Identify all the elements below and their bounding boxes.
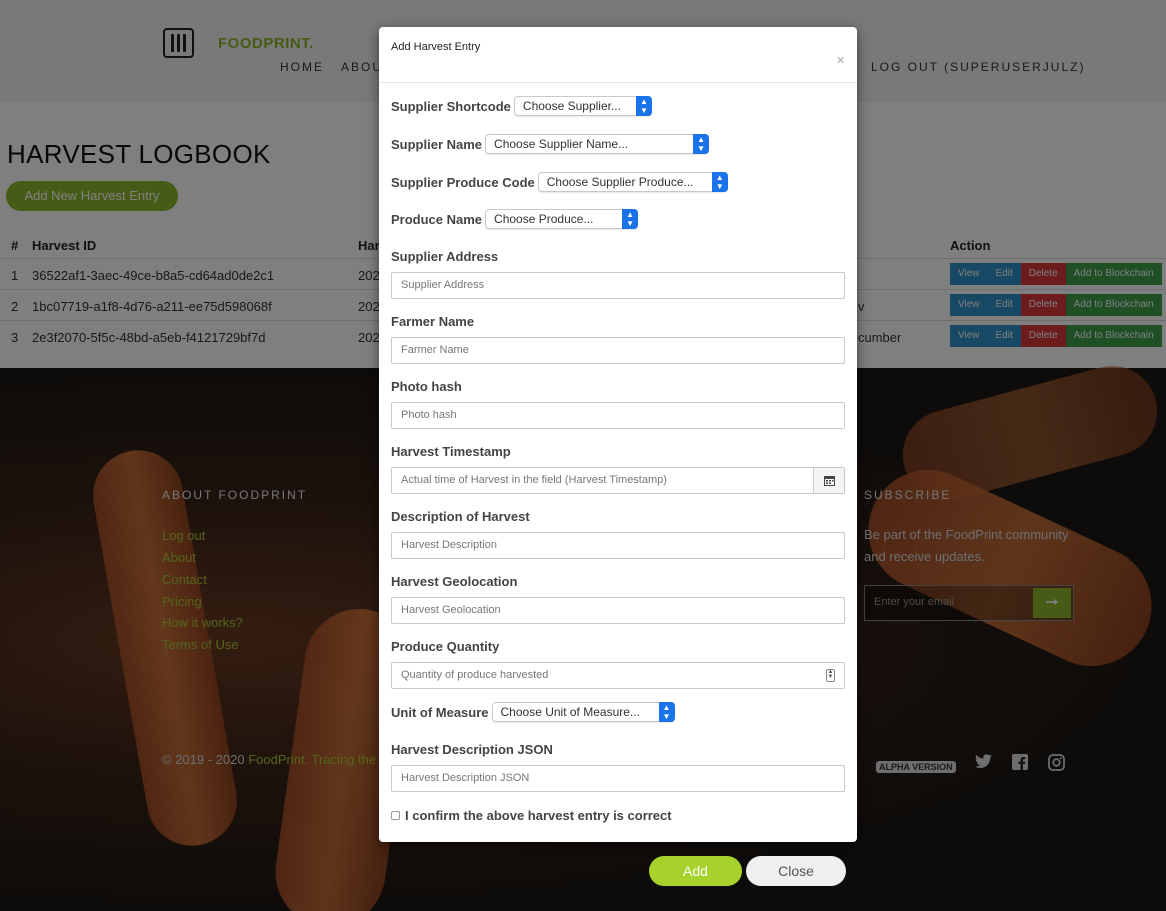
produce-quantity-placeholder: Quantity of produce harvested [401,669,549,681]
harvest-timestamp-field[interactable]: Actual time of Harvest in the field (Har… [391,467,845,494]
confirm-row: I confirm the above harvest entry is cor… [391,808,672,823]
photo-hash-label: Photo hash [391,379,462,394]
supplier-produce-code-value: Choose Supplier Produce... [546,175,694,189]
produce-name-row: Produce Name Choose Produce... ▲ ▼ [391,209,639,229]
supplier-produce-code-label: Supplier Produce Code [391,174,535,190]
modal-header: Add Harvest Entry × [379,27,857,83]
number-spinner-icon[interactable]: ▲ ▼ [826,669,835,682]
produce-quantity-field[interactable]: Quantity of produce harvested ▲ ▼ [391,662,845,689]
produce-name-label: Produce Name [391,211,483,227]
supplier-name-value: Choose Supplier Name... [494,137,629,151]
supplier-name-row: Supplier Name Choose Supplier Name... ▲ ▼ [391,134,710,154]
supplier-shortcode-row: Supplier Shortcode Choose Supplier... ▲ ▼ [391,96,652,116]
supplier-shortcode-value: Choose Supplier... [522,99,621,113]
confirm-checkbox[interactable] [391,811,400,820]
supplier-address-label: Supplier Address [391,249,499,264]
chevron-updown-icon: ▲ ▼ [622,209,639,229]
supplier-address-field[interactable]: Supplier Address [391,272,845,299]
harvest-geolocation-field[interactable]: Harvest Geolocation [391,597,845,624]
unit-of-measure-row: Unit of Measure Choose Unit of Measure..… [391,702,675,722]
supplier-name-label: Supplier Name [391,136,483,152]
harvest-timestamp-placeholder: Actual time of Harvest in the field (Har… [401,474,667,486]
chevron-updown-icon: ▲ ▼ [693,134,710,154]
unit-of-measure-select[interactable]: Choose Unit of Measure... ▲ ▼ [491,702,675,722]
unit-of-measure-label: Unit of Measure [391,704,489,720]
produce-name-value: Choose Produce... [494,212,594,226]
close-button[interactable]: Close [746,856,846,886]
add-button[interactable]: Add [649,856,742,886]
harvest-timestamp-label: Harvest Timestamp [391,444,511,459]
supplier-produce-code-row: Supplier Produce Code Choose Supplier Pr… [391,172,728,192]
harvest-json-field[interactable]: Harvest Description JSON [391,765,845,792]
modal-title: Add Harvest Entry [391,41,481,53]
supplier-shortcode-select[interactable]: Choose Supplier... ▲ ▼ [513,96,652,116]
photo-hash-field[interactable]: Photo hash [391,402,845,429]
add-harvest-modal: Add Harvest Entry × Supplier Shortcode C… [379,27,857,842]
calendar-icon[interactable] [813,468,844,493]
geolocation-label: Harvest Geolocation [391,574,518,589]
description-label: Description of Harvest [391,509,530,524]
supplier-shortcode-label: Supplier Shortcode [391,98,511,114]
farmer-name-label: Farmer Name [391,314,475,329]
harvest-description-field[interactable]: Harvest Description [391,532,845,559]
harvest-json-label: Harvest Description JSON [391,742,553,757]
chevron-updown-icon: ▲ ▼ [711,172,728,192]
confirm-label: I confirm the above harvest entry is cor… [405,808,672,823]
chevron-updown-icon: ▲ ▼ [635,96,652,116]
close-icon[interactable]: × [836,53,845,68]
supplier-name-select[interactable]: Choose Supplier Name... ▲ ▼ [485,134,710,154]
farmer-name-field[interactable]: Farmer Name [391,337,845,364]
produce-name-select[interactable]: Choose Produce... ▲ ▼ [485,209,639,229]
unit-of-measure-value: Choose Unit of Measure... [500,705,640,719]
produce-quantity-label: Produce Quantity [391,639,500,654]
chevron-updown-icon: ▲ ▼ [658,702,675,722]
supplier-produce-code-select[interactable]: Choose Supplier Produce... ▲ ▼ [537,172,728,192]
